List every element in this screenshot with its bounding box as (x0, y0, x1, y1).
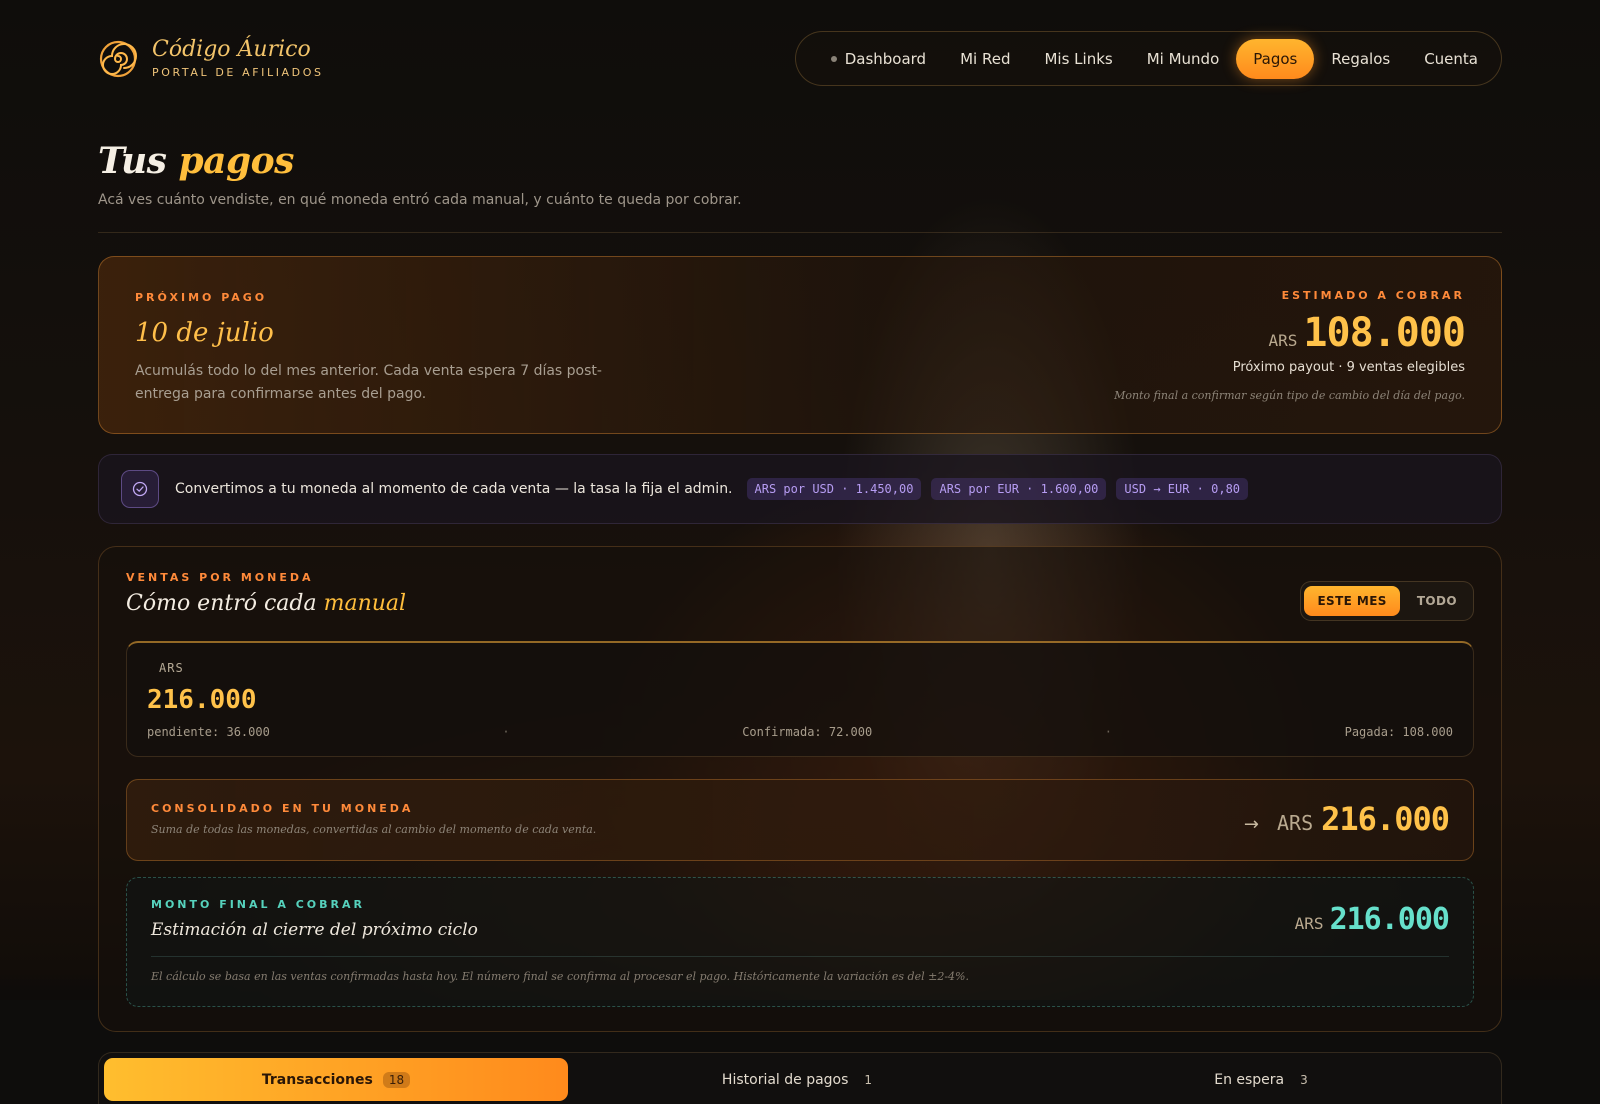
tab-label: Historial de pagos (721, 1071, 849, 1088)
currency-card-ars: ARS 216.000 pendiente: 36.000 · Confirma… (126, 641, 1474, 757)
divider (151, 956, 1449, 957)
tab-label: Transacciones (261, 1071, 373, 1088)
next-payment-description: Acumulás todo lo del mes anterior. Cada … (135, 363, 602, 402)
rate-chip-ars-usd: ARS por USD · 1.450,00 (746, 478, 922, 500)
page-title-prefix: Tus (98, 140, 167, 182)
final-note: El cálculo se basa en las ventas confirm… (151, 970, 970, 983)
brand-subtitle: PORTAL DE AFILIADOS (152, 66, 324, 80)
spiral-logo-icon (99, 40, 137, 77)
currency-stats: pendiente: 36.000 · Confirmada: 72.000 ·… (147, 725, 1453, 739)
nav-item-mis-links[interactable]: Mis Links (1027, 39, 1129, 79)
paid-amount: Pagada: 108.000 (1344, 725, 1453, 739)
check-circle-glyph (132, 481, 148, 497)
estimate-value: 108.000 (1303, 310, 1466, 356)
consolidated-amount: → ARS 216.000 (1243, 800, 1450, 838)
currency-code: ARS (159, 661, 184, 675)
tab-en-espera[interactable]: En espera 3 (1032, 1058, 1496, 1101)
header: Código Áurico PORTAL DE AFILIADOS Dashbo… (98, 0, 1502, 118)
nav-item-cuenta[interactable]: Cuenta (1407, 39, 1495, 79)
estimate-label: ESTIMADO A COBRAR (1281, 289, 1465, 302)
check-circle-icon (121, 470, 159, 508)
consolidated-info: CONSOLIDADO EN TU MONEDA Suma de todas l… (151, 802, 596, 836)
estimate-note: Monto final a confirmar según tipo de ca… (1114, 389, 1465, 402)
consolidated-value: 216.000 (1321, 800, 1450, 838)
nav-item-dashboard[interactable]: Dashboard (814, 39, 943, 79)
nav-item-label: Dashboard (844, 49, 927, 68)
confirmed-amount: Confirmada: 72.000 (742, 725, 873, 739)
sales-title-accent: manual (323, 591, 407, 616)
consolidated-card: CONSOLIDADO EN TU MONEDA Suma de todas l… (126, 779, 1474, 861)
main-nav: Dashboard Mi Red Mis Links Mi Mundo Pago… (794, 31, 1502, 86)
final-amount: ARS 216.000 (1294, 902, 1450, 937)
brand-text: Código Áurico PORTAL DE AFILIADOS (152, 37, 324, 80)
page-subtitle: Acá ves cuánto vendiste, en qué moneda e… (98, 192, 742, 208)
logo[interactable]: Código Áurico PORTAL DE AFILIADOS (98, 37, 324, 80)
toggle-all[interactable]: TODO (1404, 586, 1470, 616)
final-eyebrow: MONTO FINAL A COBRAR (151, 898, 365, 911)
consolidated-note: Suma de todas las monedas, convertidas a… (151, 823, 597, 836)
tab-count-badge: 3 (1300, 1072, 1308, 1087)
exchange-rate-bar: Convertimos a tu moneda al momento de ca… (98, 454, 1502, 524)
nav-item-pagos[interactable]: Pagos (1236, 38, 1315, 79)
sales-eyebrow: VENTAS POR MONEDA (126, 571, 314, 584)
status-dot-icon (830, 55, 837, 62)
page-title-accent: pagos (178, 140, 294, 182)
sales-title-prefix: Cómo entró cada (126, 591, 317, 616)
rate-chip-usd-eur: USD → EUR · 0,80 (1116, 478, 1249, 500)
final-title: Estimación al cierre del próximo ciclo (151, 920, 478, 940)
next-payment-card: PRÓXIMO PAGO 10 de julio Acumulás todo l… (98, 256, 1502, 434)
divider (98, 232, 1502, 233)
arrow-right-icon: → (1243, 814, 1260, 835)
period-toggle: ESTE MES TODO (1300, 581, 1474, 621)
nav-item-mi-red[interactable]: Mi Red (943, 39, 1027, 79)
tab-historial-de-pagos[interactable]: Historial de pagos 1 (568, 1058, 1032, 1101)
page-container: Código Áurico PORTAL DE AFILIADOS Dashbo… (98, 0, 1502, 1104)
sales-by-currency-panel: VENTAS POR MONEDA Cómo entró cada manual… (98, 546, 1502, 1032)
currency-code: ARS (1268, 331, 1298, 350)
pending-amount: pendiente: 36.000 (147, 725, 270, 739)
sales-title: Cómo entró cada manual (126, 591, 406, 616)
tab-count-badge: 1 (864, 1072, 873, 1087)
estimate-block: ESTIMADO A COBRAR ARS 108.000 Próximo pa… (1114, 289, 1466, 402)
nav-item-regalos[interactable]: Regalos (1314, 39, 1407, 79)
tab-count-badge: 18 (382, 1071, 411, 1088)
separator-dot: · (502, 725, 510, 739)
nav-item-mi-mundo[interactable]: Mi Mundo (1130, 39, 1237, 79)
tab-label: En espera (1214, 1071, 1285, 1088)
consolidated-eyebrow: CONSOLIDADO EN TU MONEDA (151, 802, 414, 815)
exchange-rate-text: Convertimos a tu moneda al momento de ca… (175, 481, 733, 497)
final-value: 216.000 (1329, 902, 1450, 937)
currency-total: 216.000 (147, 685, 257, 715)
payout-meta: Próximo payout · 9 ventas elegibles (1232, 360, 1465, 375)
separator-dot: · (1104, 725, 1113, 739)
toggle-this-month[interactable]: ESTE MES (1304, 586, 1400, 616)
final-amount-card: MONTO FINAL A COBRAR Estimación al cierr… (126, 877, 1474, 1007)
tab-transacciones[interactable]: Transacciones 18 (104, 1058, 568, 1101)
brand-name: Código Áurico (152, 37, 311, 62)
estimate-amount: ARS 108.000 (1114, 310, 1466, 356)
page-title: Tus pagos (98, 140, 294, 182)
transactions-tabs: Transacciones 18 Historial de pagos 1 En… (98, 1052, 1502, 1104)
next-payment-date: 10 de julio (135, 318, 274, 348)
currency-code: ARS (1277, 811, 1314, 835)
next-payment-eyebrow: PRÓXIMO PAGO (135, 291, 268, 304)
currency-code: ARS (1294, 914, 1324, 933)
next-payment-info: PRÓXIMO PAGO 10 de julio Acumulás todo l… (135, 291, 635, 406)
rate-chip-ars-eur: ARS por EUR · 1.600,00 (931, 478, 1107, 500)
